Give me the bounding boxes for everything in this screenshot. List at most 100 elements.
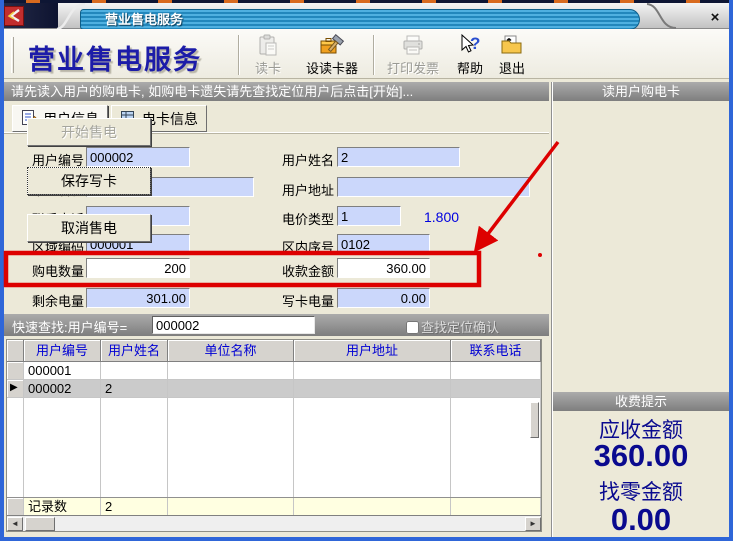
record-count-value: 2 xyxy=(101,498,168,515)
quick-search-label: 快速查找:用户编号= xyxy=(12,317,127,336)
read-card-label: 读卡 xyxy=(255,58,281,77)
user-name-label: 用户姓名 xyxy=(270,150,334,169)
exit-label: 退出 xyxy=(499,58,525,77)
current-row-marker-icon: ▶ xyxy=(10,382,18,393)
table-header-address[interactable]: 用户地址 xyxy=(294,340,451,362)
remaining-qty-field[interactable] xyxy=(86,288,190,308)
help-cursor-icon: ? xyxy=(457,33,483,58)
scroll-left-button[interactable]: ◄ xyxy=(7,517,23,531)
footer-cell xyxy=(451,498,541,515)
window-border-left xyxy=(0,0,4,541)
scroll-left-icon: ◄ xyxy=(11,519,19,528)
cell-phone xyxy=(451,362,541,380)
table-header-user-id[interactable]: 用户编号 xyxy=(24,340,101,362)
area-seq-label: 区内序号 xyxy=(270,237,334,256)
cell-user-id: 000002 xyxy=(24,380,101,398)
amount-received-label: 收款金额 xyxy=(270,261,334,280)
app-window: 营业售电服务 × 营业售电服务 读卡 xyxy=(0,0,733,541)
scroll-right-button[interactable]: ► xyxy=(525,517,541,531)
table-header-marker xyxy=(7,340,24,362)
address-field[interactable] xyxy=(337,177,530,197)
quick-search-input[interactable] xyxy=(152,316,315,334)
close-icon: × xyxy=(711,9,720,26)
print-invoice-label: 打印发票 xyxy=(387,58,439,77)
table-row-selected[interactable]: ▶ 000002 2 xyxy=(7,380,541,398)
write-card-qty-field[interactable] xyxy=(337,288,430,308)
page-title: 营业售电服务 xyxy=(28,38,202,77)
toolbar-separator xyxy=(238,35,240,75)
print-invoice-button: 打印发票 xyxy=(378,33,448,77)
cell-user-name xyxy=(101,362,168,380)
address-label: 用户地址 xyxy=(270,180,334,199)
toolbar-grip xyxy=(11,37,14,73)
exit-folder-icon xyxy=(500,33,524,58)
close-button[interactable]: × xyxy=(705,9,725,27)
write-card-qty-label: 写卡电量 xyxy=(270,291,334,310)
help-button[interactable]: ? 帮助 xyxy=(450,33,490,77)
purchase-qty-label: 购电数量 xyxy=(20,261,84,280)
receivable-amount: 360.00 xyxy=(553,438,729,474)
user-table: 用户编号 用户姓名 单位名称 用户地址 联系电话 000001 ▶ 000002… xyxy=(6,339,542,532)
footer-cell xyxy=(168,498,294,515)
set-card-reader-button[interactable]: 设读卡器 xyxy=(293,33,371,77)
cell-phone xyxy=(451,380,541,398)
price-type-field[interactable] xyxy=(337,206,401,226)
start-sale-button: 开始售电 xyxy=(27,118,151,146)
record-count-label: 记录数 xyxy=(24,498,101,515)
status-message-text: 请先读入用户的购电卡, 如购电卡遗失请先查找定位用户后点击[开始]... xyxy=(11,84,413,99)
table-header-company[interactable]: 单位名称 xyxy=(168,340,294,362)
printer-icon xyxy=(401,33,425,58)
price-type-label: 电价类型 xyxy=(270,209,334,228)
table-empty-area xyxy=(7,398,541,497)
window-border-bottom xyxy=(0,537,733,541)
cell-company xyxy=(168,380,294,398)
cancel-sale-button[interactable]: 取消售电 xyxy=(27,214,151,242)
remaining-qty-label: 剩余电量 xyxy=(20,291,84,310)
status-message: 请先读入用户的购电卡, 如购电卡遗失请先查找定位用户后点击[开始]... xyxy=(4,82,549,101)
titlebar: 营业售电服务 × xyxy=(0,3,733,29)
toolbox-hammer-icon xyxy=(319,33,345,58)
cell-company xyxy=(168,362,294,380)
cell-user-id: 000001 xyxy=(24,362,101,380)
scroll-right-icon: ► xyxy=(529,519,537,528)
table-row[interactable]: 000001 xyxy=(7,362,541,380)
horizontal-scrollbar: ◄ ► xyxy=(7,515,541,531)
fee-panel-header: 收费提示 xyxy=(553,392,729,411)
change-amount: 0.00 xyxy=(553,502,729,538)
user-name-field[interactable] xyxy=(337,147,460,167)
table-header-user-name[interactable]: 用户姓名 xyxy=(101,340,168,362)
exit-button[interactable]: 退出 xyxy=(492,33,532,77)
vertical-scrollbar-thumb[interactable] xyxy=(530,402,539,438)
table-header-row: 用户编号 用户姓名 单位名称 用户地址 联系电话 xyxy=(7,340,541,362)
price-rate-value: 1.800 xyxy=(424,209,459,225)
toolbar-separator xyxy=(373,35,375,75)
titlebar-curve-right xyxy=(645,3,677,29)
row-marker-cell: ▶ xyxy=(7,380,24,398)
window-title: 营业售电服务 xyxy=(80,9,640,30)
locate-confirm-checkbox[interactable] xyxy=(406,321,419,334)
cell-address xyxy=(294,362,451,380)
area-seq-field[interactable] xyxy=(337,234,430,254)
set-card-reader-label: 设读卡器 xyxy=(306,58,358,77)
help-label: 帮助 xyxy=(457,58,483,77)
scrollbar-thumb[interactable] xyxy=(25,517,55,531)
row-marker-cell xyxy=(7,362,24,380)
table-footer-row: 记录数 2 xyxy=(7,497,541,515)
right-panel-header: 读用户购电卡 xyxy=(553,82,729,101)
locate-confirm-label: 查找定位确认 xyxy=(421,317,499,336)
window-border-right xyxy=(729,0,733,541)
clipboard-icon xyxy=(256,33,280,58)
table-header-phone[interactable]: 联系电话 xyxy=(451,340,541,362)
cell-address xyxy=(294,380,451,398)
app-logo-icon xyxy=(4,6,24,31)
footer-gutter xyxy=(7,498,24,515)
cell-user-name: 2 xyxy=(101,380,168,398)
purchase-qty-field[interactable] xyxy=(86,258,190,278)
amount-received-field[interactable] xyxy=(337,258,430,278)
footer-cell xyxy=(294,498,451,515)
user-id-field[interactable] xyxy=(86,147,190,167)
titlebar-logo-area xyxy=(0,3,58,28)
window-title-text: 营业售电服务 xyxy=(105,12,183,27)
save-write-card-button[interactable]: 保存写卡 xyxy=(27,167,151,195)
read-card-button: 读卡 xyxy=(246,33,290,77)
